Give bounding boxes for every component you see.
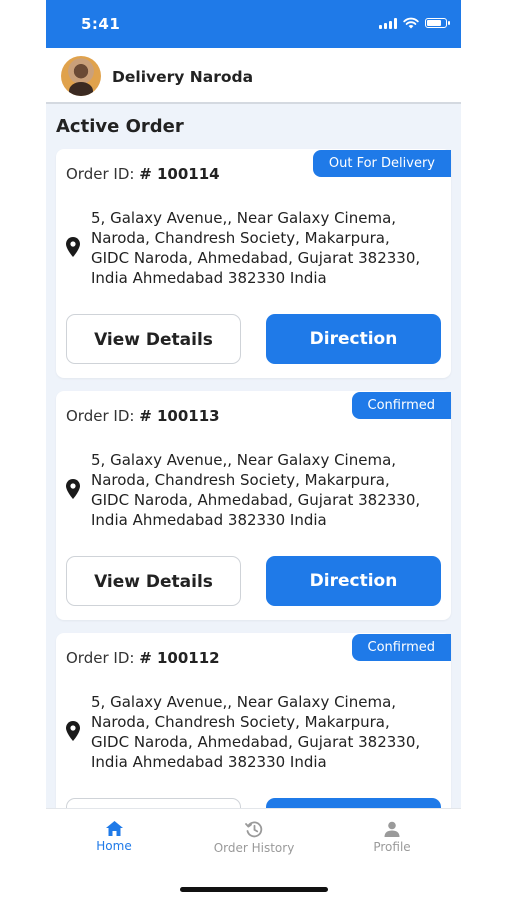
location-pin-icon: [66, 479, 80, 499]
nav-item-home[interactable]: Home: [64, 821, 164, 853]
order-list: Out For Delivery Order ID: # 100114 5, G…: [56, 149, 451, 875]
home-indicator: [180, 887, 328, 892]
status-bar: 5:41: [46, 0, 461, 48]
home-icon: [105, 821, 123, 836]
nav-label-order-history: Order History: [213, 841, 295, 855]
wifi-icon: [403, 17, 419, 29]
status-badge: Confirmed: [351, 634, 451, 661]
order-id-label: Order ID:: [66, 165, 140, 183]
location-pin-icon: [66, 237, 80, 257]
order-id: Order ID: # 100112: [66, 649, 220, 667]
direction-button[interactable]: Direction: [266, 556, 441, 606]
battery-icon: [425, 18, 450, 28]
phone-screen: 5:41 Delivery Naroda Active Order Out Fo…: [46, 0, 461, 900]
page-title: Active Order: [56, 116, 184, 137]
nav-item-profile[interactable]: Profile: [342, 821, 442, 854]
order-id: Order ID: # 100114: [66, 165, 220, 183]
order-card: Out For Delivery Order ID: # 100114 5, G…: [56, 149, 451, 378]
order-address: 5, Galaxy Avenue,, Near Galaxy Cinema, N…: [91, 693, 421, 771]
order-id-label: Order ID:: [66, 649, 140, 667]
view-details-button[interactable]: View Details: [66, 556, 241, 606]
direction-button[interactable]: Direction: [266, 314, 441, 364]
view-details-button[interactable]: View Details: [66, 314, 241, 364]
order-card: Confirmed Order ID: # 100113 5, Galaxy A…: [56, 391, 451, 620]
bottom-nav: Home Order History Profile: [46, 808, 461, 900]
status-badge: Out For Delivery: [312, 150, 451, 177]
order-address: 5, Galaxy Avenue,, Near Galaxy Cinema, N…: [91, 209, 421, 287]
signal-icon: [379, 17, 397, 29]
avatar[interactable]: [61, 56, 101, 96]
status-icons: [379, 17, 450, 29]
status-badge: Confirmed: [351, 392, 451, 419]
app-header: Delivery Naroda: [46, 48, 461, 104]
order-id: Order ID: # 100113: [66, 407, 220, 425]
order-id-value: # 100114: [139, 165, 220, 183]
location-pin-icon: [66, 721, 80, 741]
status-time: 5:41: [81, 15, 121, 33]
history-icon: [245, 821, 263, 838]
order-id-label: Order ID:: [66, 407, 140, 425]
order-address: 5, Galaxy Avenue,, Near Galaxy Cinema, N…: [91, 451, 421, 529]
user-name: Delivery Naroda: [112, 68, 254, 86]
nav-label-profile: Profile: [373, 840, 411, 854]
person-icon: [384, 821, 400, 837]
order-id-value: # 100112: [139, 649, 220, 667]
nav-label-home: Home: [96, 839, 132, 853]
nav-item-order-history[interactable]: Order History: [204, 821, 304, 855]
order-id-value: # 100113: [139, 407, 220, 425]
